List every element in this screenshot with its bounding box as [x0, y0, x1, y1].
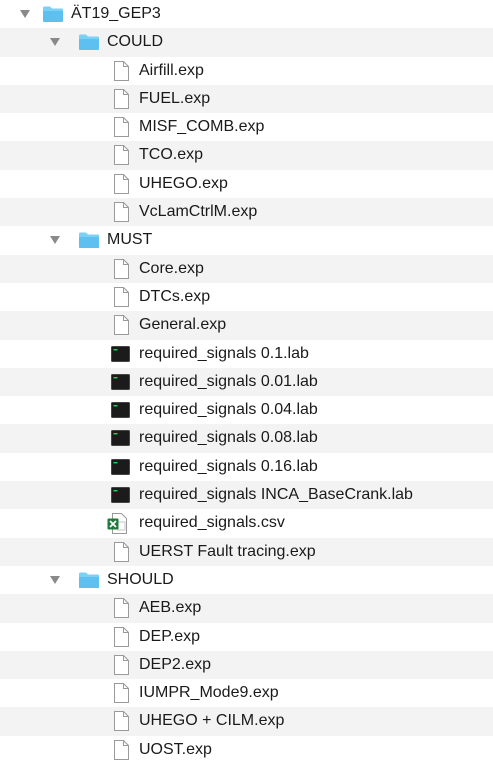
file-name: UHEGO.exp	[139, 174, 228, 192]
file-name: UHEGO + CILM.exp	[139, 712, 285, 730]
terminal-file-icon	[111, 458, 130, 475]
file-name: required_signals 0.04.lab	[139, 401, 318, 419]
file-name: IUMPR_Mode9.exp	[139, 684, 279, 702]
file-row[interactable]: DEP2.exp	[0, 650, 493, 680]
file-row[interactable]: AEB.exp	[0, 594, 493, 623]
file-row[interactable]: UOST.exp	[0, 736, 493, 764]
file-name: required_signals 0.16.lab	[139, 457, 318, 475]
terminal-file-icon	[111, 487, 130, 504]
terminal-file-icon	[111, 402, 130, 419]
folder-name: COULD	[107, 33, 164, 51]
file-name: MISF_COMB.exp	[139, 118, 265, 136]
file-row[interactable]: Airfill.exp	[0, 57, 493, 85]
folder-icon	[78, 571, 100, 589]
file-tree: ÄT19_GEP3 COULD Airfill.exp FUEL.exp MISF_CO…	[0, 0, 493, 764]
file-row[interactable]: MISF_COMB.exp	[0, 113, 493, 141]
document-icon	[113, 60, 129, 81]
disclosure-triangle-icon[interactable]	[50, 38, 60, 47]
file-name: DEP.exp	[139, 627, 201, 645]
disclosure-triangle-icon[interactable]	[20, 10, 30, 18]
document-icon	[113, 88, 129, 109]
folder-icon	[78, 33, 100, 51]
file-name: DTCs.exp	[139, 287, 211, 305]
file-name: Airfill.exp	[139, 61, 204, 79]
file-name: UERST Fault tracing.exp	[139, 542, 316, 560]
document-icon	[113, 541, 129, 562]
file-name: Core.exp	[139, 259, 204, 277]
file-name: required_signals 0.1.lab	[139, 344, 309, 362]
file-name: required_signals.csv	[139, 514, 285, 532]
folder-icon	[78, 231, 100, 249]
document-icon	[113, 173, 129, 194]
document-icon	[113, 626, 129, 647]
file-row[interactable]: required_signals 0.1.lab	[0, 340, 493, 368]
folder-row-must[interactable]: MUST	[0, 226, 493, 254]
file-name: AEB.exp	[139, 599, 202, 617]
document-icon	[113, 258, 129, 279]
folder-icon	[42, 5, 64, 23]
file-row[interactable]: DEP.exp	[0, 623, 493, 651]
file-name: DEP2.exp	[139, 655, 212, 673]
file-row[interactable]: TCO.exp	[0, 141, 493, 170]
terminal-file-icon	[111, 345, 130, 362]
folder-row-could[interactable]: COULD	[0, 28, 493, 57]
file-row[interactable]: VcLamCtrlM.exp	[0, 198, 493, 227]
terminal-file-icon	[111, 373, 130, 390]
file-row[interactable]: required_signals INCA_BaseCrank.lab	[0, 481, 493, 510]
file-row[interactable]: General.exp	[0, 311, 493, 340]
file-name: required_signals 0.08.lab	[139, 429, 318, 447]
folder-row-should[interactable]: SHOULD	[0, 566, 493, 594]
disclosure-triangle-icon[interactable]	[50, 575, 60, 584]
document-icon	[113, 683, 129, 704]
file-name: FUEL.exp	[139, 89, 211, 107]
folder-name: SHOULD	[107, 570, 174, 588]
document-icon	[113, 145, 129, 166]
file-row[interactable]: UERST Fault tracing.exp	[0, 537, 493, 566]
file-name: TCO.exp	[139, 146, 204, 164]
file-name: General.exp	[139, 316, 227, 334]
file-row[interactable]: UHEGO + CILM.exp	[0, 707, 493, 736]
file-row[interactable]: required_signals 0.16.lab	[0, 453, 493, 481]
document-icon	[113, 739, 129, 760]
file-row[interactable]: required_signals 0.01.lab	[0, 367, 493, 397]
file-row[interactable]: IUMPR_Mode9.exp	[0, 679, 493, 707]
folder-name: MUST	[107, 231, 153, 249]
file-row[interactable]: required_signals 0.04.lab	[0, 396, 493, 424]
document-icon	[113, 315, 129, 336]
file-name: required_signals INCA_BaseCrank.lab	[139, 486, 413, 504]
terminal-file-icon	[111, 430, 130, 447]
disclosure-triangle-icon[interactable]	[50, 236, 60, 245]
document-icon	[113, 711, 129, 732]
file-row[interactable]: required_signals.csv	[0, 509, 493, 537]
document-icon	[113, 202, 129, 223]
spreadsheet-file-icon	[107, 513, 127, 535]
document-icon	[113, 598, 129, 619]
document-icon	[113, 654, 129, 675]
folder-name: ÄT19_GEP3	[71, 5, 161, 22]
file-row[interactable]: required_signals 0.08.lab	[0, 424, 493, 453]
folder-row-root[interactable]: ÄT19_GEP3	[0, 0, 493, 28]
document-icon	[113, 117, 129, 138]
file-name: VcLamCtrlM.exp	[139, 203, 258, 221]
file-row[interactable]: Core.exp	[0, 254, 493, 283]
document-icon	[113, 286, 129, 307]
file-name: UOST.exp	[139, 740, 212, 758]
file-row[interactable]: DTCs.exp	[0, 283, 493, 311]
file-name: required_signals 0.01.lab	[139, 372, 318, 390]
file-row[interactable]: FUEL.exp	[0, 84, 493, 114]
file-row[interactable]: UHEGO.exp	[0, 170, 493, 198]
